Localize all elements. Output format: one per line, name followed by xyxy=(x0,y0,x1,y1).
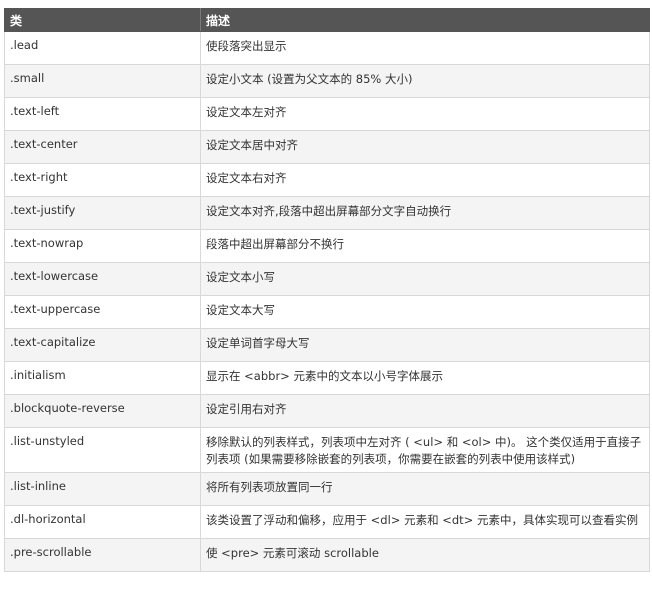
description-cell: 显示在 <abbr> 元素中的文本以小号字体展示 xyxy=(200,361,650,395)
table-row: .text-left 设定文本左对齐 xyxy=(4,97,650,131)
class-table: 类 描述 .lead 使段落突出显示 .small 设定小文本 (设置为父文本的… xyxy=(4,8,650,572)
table-row: .small 设定小文本 (设置为父文本的 85% 大小) xyxy=(4,64,650,98)
table-row: .dl-horizontal 该类设置了浮动和偏移，应用于 <dl> 元素和 <… xyxy=(4,505,650,539)
table-row: .initialism 显示在 <abbr> 元素中的文本以小号字体展示 xyxy=(4,361,650,395)
class-name-cell: .text-uppercase xyxy=(4,295,201,329)
class-name-cell: .text-justify xyxy=(4,196,201,230)
class-name-cell: .text-left xyxy=(4,97,201,131)
description-cell: 设定文本对齐,段落中超出屏幕部分文字自动换行 xyxy=(200,196,650,230)
table-row: .text-right 设定文本右对齐 xyxy=(4,163,650,197)
class-name-cell: .pre-scrollable xyxy=(4,538,201,572)
table-row: .blockquote-reverse 设定引用右对齐 xyxy=(4,394,650,428)
description-cell: 将所有列表项放置同一行 xyxy=(200,472,650,506)
class-name-cell: .text-lowercase xyxy=(4,262,201,296)
table-row: .list-unstyled 移除默认的列表样式，列表项中左对齐 ( <ul> … xyxy=(4,427,650,473)
description-cell: 设定文本右对齐 xyxy=(200,163,650,197)
class-name-cell: .dl-horizontal xyxy=(4,505,201,539)
description-cell: 设定小文本 (设置为父文本的 85% 大小) xyxy=(200,64,650,98)
class-name-cell: .blockquote-reverse xyxy=(4,394,201,428)
table-row: .text-uppercase 设定文本大写 xyxy=(4,295,650,329)
class-name-cell: .text-capitalize xyxy=(4,328,201,362)
description-cell: 设定文本小写 xyxy=(200,262,650,296)
class-name-cell: .text-right xyxy=(4,163,201,197)
description-cell: 设定文本左对齐 xyxy=(200,97,650,131)
table-row: .pre-scrollable 使 <pre> 元素可滚动 scrollable xyxy=(4,538,650,572)
class-name-cell: .text-center xyxy=(4,130,201,164)
description-cell: 使 <pre> 元素可滚动 scrollable xyxy=(200,538,650,572)
description-cell: 使段落突出显示 xyxy=(200,31,650,65)
class-name-cell: .list-inline xyxy=(4,472,201,506)
table-row: .text-capitalize 设定单词首字母大写 xyxy=(4,328,650,362)
table-row: .list-inline 将所有列表项放置同一行 xyxy=(4,472,650,506)
table-header-row: 类 描述 xyxy=(4,8,650,32)
description-cell: 设定单词首字母大写 xyxy=(200,328,650,362)
description-cell: 设定文本大写 xyxy=(200,295,650,329)
table-row: .lead 使段落突出显示 xyxy=(4,31,650,65)
description-cell: 移除默认的列表样式，列表项中左对齐 ( <ul> 和 <ol> 中)。 这个类仅… xyxy=(200,427,650,473)
table-row: .text-lowercase 设定文本小写 xyxy=(4,262,650,296)
table-row: .text-justify 设定文本对齐,段落中超出屏幕部分文字自动换行 xyxy=(4,196,650,230)
bootstrap-typography-class-table: 类 描述 .lead 使段落突出显示 .small 设定小文本 (设置为父文本的… xyxy=(4,8,650,572)
description-cell: 该类设置了浮动和偏移，应用于 <dl> 元素和 <dt> 元素中，具体实现可以查… xyxy=(200,505,650,539)
table-row: .text-center 设定文本居中对齐 xyxy=(4,130,650,164)
table-row: .text-nowrap 段落中超出屏幕部分不换行 xyxy=(4,229,650,263)
column-header-description: 描述 xyxy=(200,8,650,32)
description-cell: 设定文本居中对齐 xyxy=(200,130,650,164)
class-name-cell: .small xyxy=(4,64,201,98)
class-name-cell: .list-unstyled xyxy=(4,427,201,473)
description-cell: 设定引用右对齐 xyxy=(200,394,650,428)
class-name-cell: .text-nowrap xyxy=(4,229,201,263)
description-cell: 段落中超出屏幕部分不换行 xyxy=(200,229,650,263)
class-name-cell: .initialism xyxy=(4,361,201,395)
class-name-cell: .lead xyxy=(4,31,201,65)
column-header-class: 类 xyxy=(4,8,201,32)
